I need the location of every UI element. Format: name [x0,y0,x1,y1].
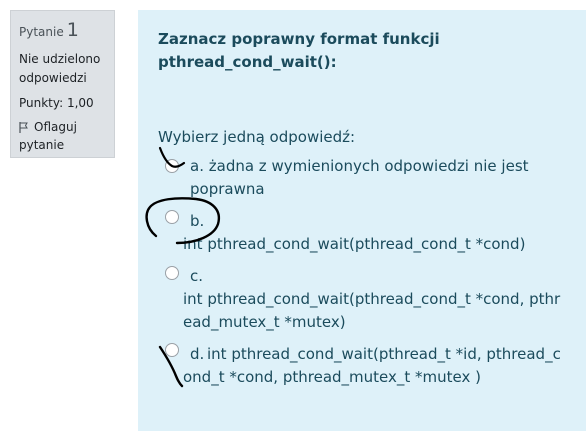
flag-label: Oflaguj [34,120,77,134]
option-a-label: żadna z wymienionych odpowiedzi nie jest… [190,157,529,198]
question-content: Zaznacz poprawny format funkcji pthread_… [138,10,586,431]
question-grade: Punkty: 1,00 [19,96,94,110]
answer-prompt: Wybierz jedną odpowiedź: [158,128,356,146]
radio-icon[interactable] [165,210,179,224]
option-c-label: int pthread_cond_wait(pthread_cond_t *co… [183,290,561,331]
question-number: Pytanie 1 [19,19,106,41]
option-c-letter: c. [190,267,204,285]
flag-icon [19,121,28,133]
question-number-value: 1 [66,19,79,41]
option-b-letter: b. [190,212,205,230]
flag-question-link[interactable]: Oflaguj pytanie [19,118,106,154]
question-text: Zaznacz poprawny format funkcji pthread_… [158,30,440,71]
option-a-letter: a. [190,157,204,175]
option-d-label: int pthread_cond_wait(pthread_t *id, pth… [183,345,561,386]
question-state: Nie udzielono odpowiedzi [19,52,101,85]
option-a-text: a. żadna z wymienionych odpowiedzi nie j… [190,155,550,201]
radio-icon[interactable] [165,266,179,280]
flag-label-2: pytanie [19,138,65,152]
radio-icon[interactable] [165,159,179,173]
question-number-label: Pytanie [19,25,64,39]
question-info-panel: Pytanie 1 Nie udzielono odpowiedzi Punkt… [10,10,115,158]
option-b-label: int pthread_cond_wait(pthread_cond_t *co… [183,235,526,253]
radio-icon[interactable] [165,343,179,357]
